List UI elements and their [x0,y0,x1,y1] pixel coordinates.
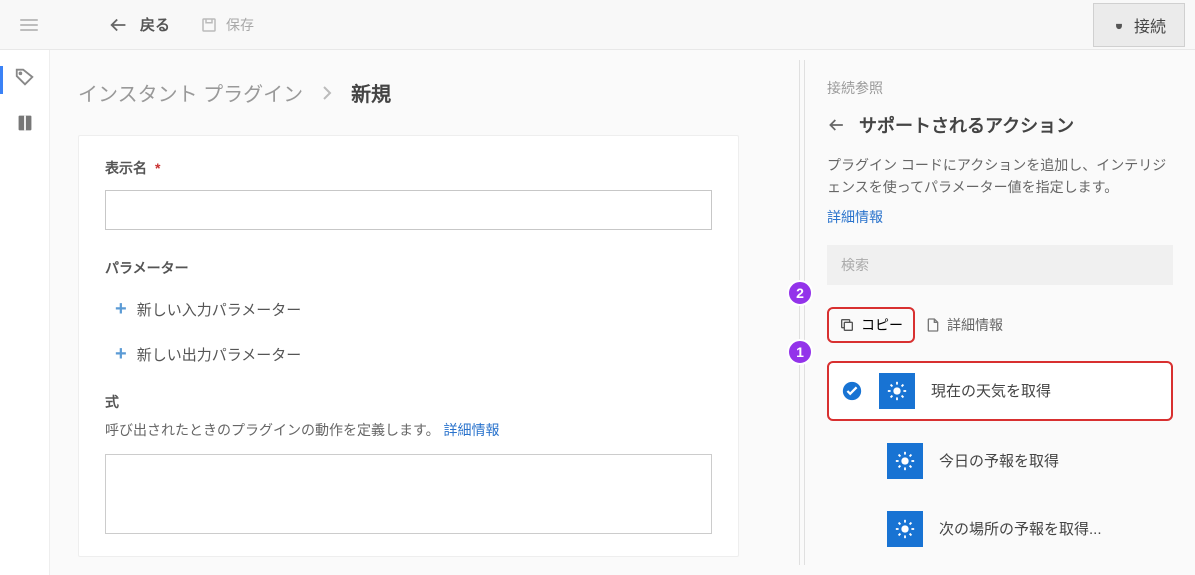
copy-label: コピー [861,315,903,335]
callout-marker-2: 2 [787,280,813,306]
back-label: 戻る [140,14,170,35]
weather-tile-icon [879,373,915,409]
formula-header: 式 [105,392,712,412]
action-label: 今日の予報を取得 [939,450,1059,471]
right-panel-more-link[interactable]: 詳細情報 [827,207,1173,227]
action-item-today-forecast[interactable]: 今日の予報を取得 [827,433,1173,489]
action-item-current-weather[interactable]: 現在の天気を取得 [827,361,1173,421]
right-panel-crumb[interactable]: 接続参照 [827,78,1173,98]
sun-icon [886,380,908,402]
display-name-input[interactable] [105,190,712,230]
back-button[interactable]: 戻る [108,14,170,36]
callout-marker-1: 1 [787,339,813,365]
plus-icon: + [115,343,127,366]
display-name-label: 表示名 * [105,158,712,178]
chevron-right-icon [321,85,333,101]
breadcrumb-current: 新規 [351,78,391,107]
sun-icon [894,518,916,540]
breadcrumb: インスタント プラグイン 新規 [78,78,739,107]
sun-icon [894,450,916,472]
form-section: 表示名 * パラメーター + 新しい入力パラメーター + 新しい出力パラメーター… [78,135,739,557]
arrow-left-icon [108,14,130,36]
copy-icon [839,317,855,333]
parameters-header: パラメーター [105,258,712,278]
weather-tile-icon [887,443,923,479]
right-panel-title: サポートされるアクション [859,112,1074,138]
right-panel: 接続参照 サポートされるアクション プラグイン コードにアクションを追加し、イン… [805,50,1195,575]
info-label: 詳細情報 [947,315,1003,335]
plus-icon: + [115,298,127,321]
document-icon [925,317,941,333]
add-input-label: 新しい入力パラメーター [137,299,302,320]
search-input[interactable] [827,245,1173,285]
formula-description: 呼び出されたときのプラグインの動作を定義します。 詳細情報 [105,420,712,440]
arrow-left-icon[interactable] [827,115,847,135]
formula-editor[interactable] [105,454,712,534]
save-button[interactable]: 保存 [200,15,254,35]
action-info-button[interactable]: 詳細情報 [925,315,1003,335]
required-star: * [155,160,160,176]
right-panel-description: プラグイン コードにアクションを追加し、インテリジェンスを使ってパラメーター値を… [827,154,1173,199]
center-panel: インスタント プラグイン 新規 表示名 * パラメーター + 新しい入力パラメー… [50,50,799,575]
connect-button[interactable]: 接続 [1093,3,1185,47]
weather-tile-icon [887,511,923,547]
rail-active-marker [0,66,3,94]
action-label: 次の場所の予報を取得... [939,518,1102,539]
breadcrumb-parent[interactable]: インスタント プラグイン [78,78,303,107]
left-rail [0,50,50,575]
menu-toggle[interactable] [20,11,48,39]
plug-icon [1112,18,1126,32]
tag-icon[interactable] [14,66,36,88]
add-output-label: 新しい出力パラメーター [137,344,302,365]
connect-label: 接続 [1134,13,1166,37]
save-icon [200,16,218,34]
check-circle-icon [841,380,863,402]
add-input-parameter[interactable]: + 新しい入力パラメーター [105,292,712,337]
action-item-location-forecast[interactable]: 次の場所の予報を取得... [827,501,1173,557]
save-label: 保存 [226,15,254,35]
action-label: 現在の天気を取得 [931,380,1051,401]
book-icon[interactable] [14,112,36,134]
copy-button[interactable]: コピー [827,307,915,343]
add-output-parameter[interactable]: + 新しい出力パラメーター [105,337,712,382]
formula-more-link[interactable]: 詳細情報 [444,422,500,438]
